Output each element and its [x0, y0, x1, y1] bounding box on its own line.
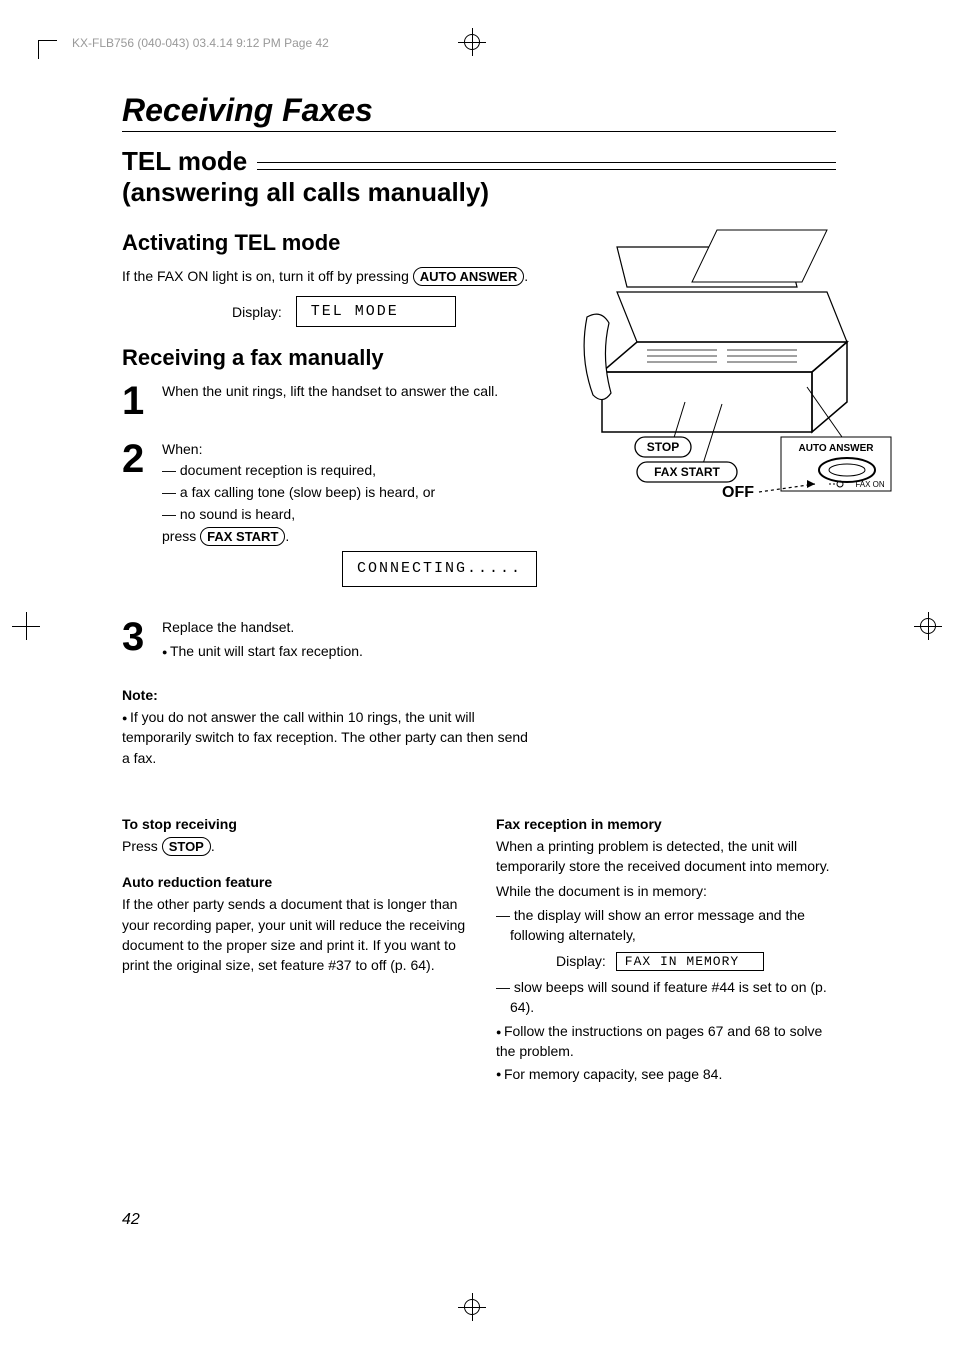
step-3-b: The unit will start fax reception. [162, 641, 537, 661]
display-label-1: Display: [232, 304, 282, 320]
section-title: Receiving Faxes [122, 92, 836, 129]
memory-b2: For memory capacity, see page 84. [496, 1064, 836, 1084]
fig-stop-label: STOP [647, 440, 679, 454]
activating-heading: Activating TEL mode [122, 230, 537, 256]
step-number-2: 2 [122, 439, 162, 598]
crop-mark-tl [38, 40, 57, 59]
lcd-fax-in-memory: FAX IN MEMORY [616, 952, 764, 971]
step-2-a: document reception is required, [176, 460, 537, 480]
fig-faxon-label: FAX ON [855, 480, 885, 489]
step-2-lead: When: [162, 441, 202, 457]
fax-start-button: FAX START [200, 527, 285, 546]
crop-mark-bottom [458, 1293, 486, 1321]
rule [122, 131, 836, 132]
memory-b1: Follow the instructions on pages 67 and … [496, 1021, 836, 1062]
stop-press-frag: Press [122, 838, 162, 854]
memory-heading: Fax reception in memory [496, 816, 836, 832]
stop-receiving-heading: To stop receiving [122, 816, 466, 832]
memory-d1: the display will show an error message a… [510, 905, 836, 946]
step-2-c: no sound is heard, [176, 504, 537, 524]
lcd-connecting: CONNECTING..... [342, 551, 537, 587]
mode-heading-line1: TEL mode [122, 146, 247, 177]
activating-text-frag: If the FAX ON light is on, turn it off b… [122, 268, 413, 284]
memory-p2: While the document is in memory: [496, 881, 836, 901]
stop-receiving-body: Press STOP. [122, 836, 466, 856]
auto-reduction-body: If the other party sends a document that… [122, 894, 466, 975]
fig-faxstart-label: FAX START [654, 465, 720, 479]
auto-reduction-heading: Auto reduction feature [122, 874, 466, 890]
crop-mark-left [12, 612, 40, 640]
page-number: 42 [122, 1211, 140, 1229]
note-heading: Note: [122, 687, 537, 703]
activating-text: If the FAX ON light is on, turn it off b… [122, 266, 537, 286]
note-body: If you do not answer the call within 10 … [122, 707, 537, 768]
fig-off-label: OFF [722, 484, 754, 501]
lcd-tel-mode: TEL MODE [296, 296, 456, 327]
print-slug: KX-FLB756 (040-043) 03.4.14 9:12 PM Page… [72, 36, 329, 50]
memory-d2: slow beeps will sound if feature #44 is … [510, 977, 836, 1018]
fax-machine-illustration: STOP FAX START AUTO ANSWER [567, 222, 897, 512]
receiving-heading: Receiving a fax manually [122, 345, 537, 371]
step-number-1: 1 [122, 381, 162, 421]
step-1-body: When the unit rings, lift the handset to… [162, 381, 537, 421]
auto-answer-button: AUTO ANSWER [413, 267, 525, 286]
display-label-2: Display: [556, 953, 606, 969]
fig-autoanswer-label: AUTO ANSWER [799, 443, 875, 454]
heading-rule [257, 162, 836, 170]
step-2-press: press [162, 528, 200, 544]
step-number-3: 3 [122, 617, 162, 666]
mode-heading-line2: (answering all calls manually) [122, 177, 836, 208]
step-3-a: Replace the handset. [162, 619, 294, 635]
memory-p1: When a printing problem is detected, the… [496, 836, 836, 877]
crop-mark-right [914, 612, 942, 640]
crop-mark-top [458, 28, 486, 56]
stop-button: STOP [162, 837, 211, 856]
step-2-b: a fax calling tone (slow beep) is heard,… [176, 482, 537, 502]
